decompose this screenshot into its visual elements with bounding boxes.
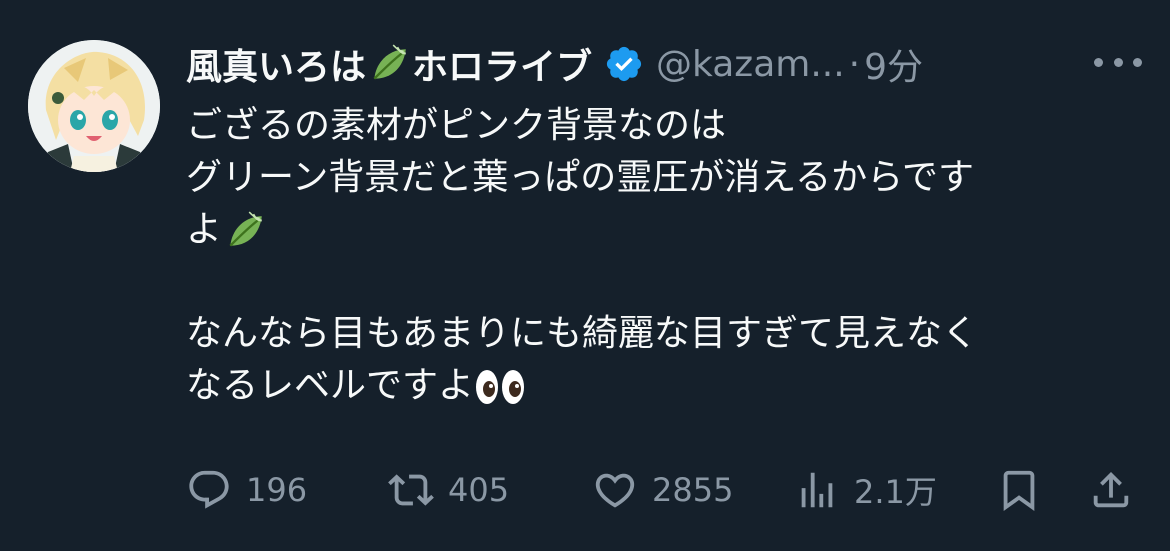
retweet-icon (388, 474, 434, 506)
more-icon[interactable] (1094, 48, 1142, 76)
tweet-text: ござるの素材がピンク背景なのは グリーン背景だと葉っぱの霊圧が消えるからです よ… (186, 100, 1146, 412)
like-button[interactable]: 2855 (592, 466, 733, 514)
user-handle[interactable]: @kazam... (656, 44, 845, 85)
tweet-text-line: グリーン背景だと葉っぱの霊圧が消えるからです (186, 157, 975, 198)
tweet-text-line-with-emoji: なるレベルですよ (186, 360, 1146, 412)
action-bar: 196 405 2855 2.1万 (0, 466, 1170, 514)
more-dot (1094, 57, 1103, 67)
tweet-timestamp[interactable]: 9分 (864, 38, 923, 90)
share-icon (1093, 471, 1129, 508)
reply-button[interactable]: 196 (186, 466, 307, 514)
views-icon (801, 472, 833, 508)
eyes-emoji-icon (474, 367, 526, 407)
avatar[interactable] (28, 40, 160, 172)
leaf-emoji-icon (368, 43, 410, 85)
leaf-emoji-icon (224, 210, 266, 252)
views-count: 2.1万 (854, 473, 937, 511)
tweet-text-line: なんなら目もあまりにも綺麗な目すぎて見えなく (186, 313, 979, 354)
tweet-text-line: ござるの素材がピンク背景なのは (186, 105, 727, 146)
retweet-button[interactable]: 405 (388, 466, 509, 514)
reply-icon (189, 470, 229, 509)
tweet-text-segment: よ (186, 209, 223, 250)
bookmark-icon (1003, 470, 1035, 511)
separator-dot: · (848, 43, 861, 85)
tweet-text-segment: なるレベルですよ (186, 365, 475, 406)
share-button[interactable] (1088, 466, 1134, 514)
bookmark-button[interactable] (996, 466, 1042, 514)
tweet-text-line-with-emoji: よ (186, 204, 1146, 256)
more-dot (1113, 57, 1123, 67)
more-dot (1133, 57, 1142, 67)
tweet-header: 風真いろは ホロライブ @kazam... · 9分 (186, 38, 923, 90)
heart-icon (595, 473, 635, 508)
views-button[interactable]: 2.1万 (794, 466, 937, 514)
display-name[interactable]: 風真いろは (186, 38, 366, 90)
reply-count: 196 (246, 471, 308, 509)
display-name-suffix[interactable]: ホロライブ (412, 38, 592, 90)
tweet[interactable]: 風真いろは ホロライブ @kazam... · 9分 ござるの素材がピンク背景な… (0, 0, 1170, 551)
like-count: 2855 (652, 471, 734, 509)
retweet-count: 405 (448, 471, 510, 509)
verified-badge-icon (604, 44, 644, 84)
